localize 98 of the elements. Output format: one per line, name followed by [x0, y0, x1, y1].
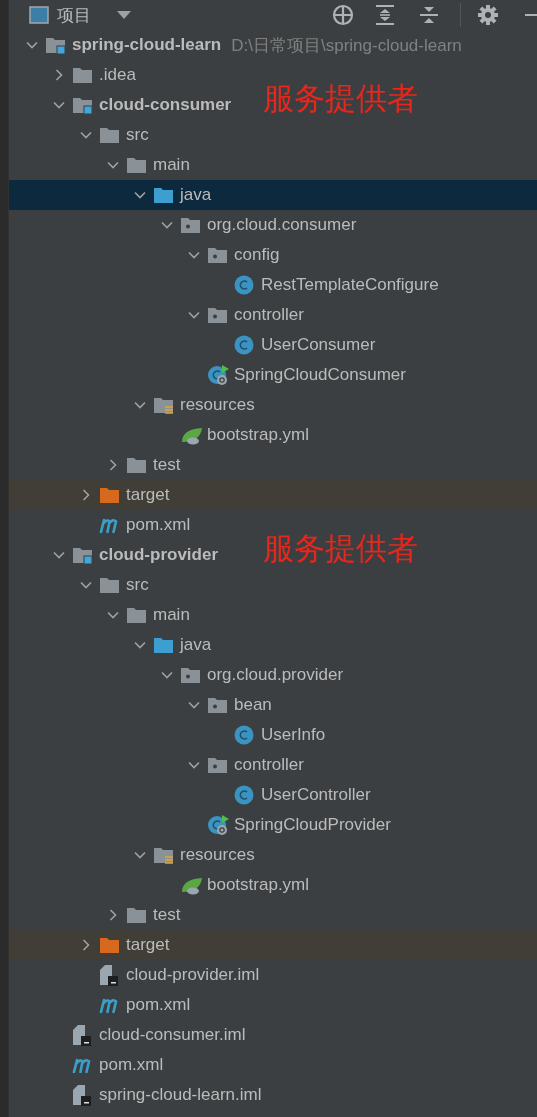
class-icon: [234, 335, 254, 355]
tree-item-label[interactable]: org.cloud.consumer: [207, 215, 357, 235]
tree-item-label[interactable]: bootstrap.yml: [207, 425, 310, 445]
tree-item-label[interactable]: bean: [234, 695, 272, 715]
module-file-icon: [72, 1084, 92, 1106]
tree-item-label[interactable]: cloud-provider.iml: [126, 965, 260, 985]
tree-item-label[interactable]: SpringCloudConsumer: [234, 365, 406, 385]
collapse-all-icon[interactable]: [418, 4, 440, 26]
tree-item-label[interactable]: bootstrap.yml: [207, 875, 310, 895]
module-folder-icon: [72, 546, 93, 564]
tree-item-label[interactable]: .idea: [99, 65, 136, 85]
tree-item-label[interactable]: RestTemplateConfigure: [261, 275, 439, 295]
crosshair-icon[interactable]: [332, 4, 354, 26]
module-folder-icon: [72, 96, 93, 114]
panel-title: 项目: [57, 4, 91, 27]
folder-icon: [99, 126, 120, 144]
chevron-icon[interactable]: [52, 99, 65, 111]
class-icon: [234, 275, 254, 295]
package-folder-icon: [207, 696, 228, 714]
chevron-icon[interactable]: [25, 39, 38, 51]
class-icon: [234, 725, 254, 745]
folder-icon: [126, 906, 147, 924]
package-folder-icon: [207, 306, 228, 324]
chevron-icon[interactable]: [187, 699, 200, 711]
tree-item-label[interactable]: resources: [180, 845, 255, 865]
chevron-icon[interactable]: [187, 249, 200, 261]
tree-item-label[interactable]: resources: [180, 395, 255, 415]
tree-item-label[interactable]: src: [126, 125, 149, 145]
tree-item-label[interactable]: UserConsumer: [261, 335, 376, 355]
tree-item-label[interactable]: spring-cloud-learn.iml: [99, 1085, 262, 1105]
package-folder-icon: [180, 666, 201, 684]
panel-icon: [29, 6, 49, 24]
chevron-icon[interactable]: [79, 129, 92, 141]
chevron-icon[interactable]: [79, 579, 92, 591]
package-folder-icon: [180, 216, 201, 234]
chevron-icon[interactable]: [160, 669, 173, 681]
folder-icon: [99, 486, 120, 504]
tree-item-label[interactable]: test: [153, 455, 181, 475]
tree-item-label[interactable]: test: [153, 905, 181, 925]
tree-item-label[interactable]: cloud-consumer.iml: [99, 1025, 246, 1045]
tree-item-label[interactable]: pom.xml: [126, 515, 191, 535]
chevron-icon[interactable]: [106, 609, 119, 621]
annotation-text: 服务提供者: [263, 79, 418, 118]
tree-item-label[interactable]: target: [126, 485, 170, 505]
caret-icon[interactable]: [117, 10, 131, 20]
chevron-icon[interactable]: [106, 159, 119, 171]
tree-item-label[interactable]: java: [180, 635, 212, 655]
chevron-icon[interactable]: [160, 219, 173, 231]
resources-folder-icon: [153, 846, 174, 864]
chevron-icon[interactable]: [133, 639, 146, 651]
spring-app-icon: [207, 814, 231, 836]
folder-icon: [72, 66, 93, 84]
selected-tree-row[interactable]: java: [9, 180, 537, 210]
tree-item-label[interactable]: cloud-provider: [99, 545, 218, 565]
chevron-icon[interactable]: [187, 309, 200, 321]
package-folder-icon: [207, 246, 228, 264]
chevron-icon[interactable]: [133, 399, 146, 411]
tree-item-label[interactable]: pom.xml: [99, 1055, 164, 1075]
folder-icon: [126, 456, 147, 474]
tree-item-label[interactable]: target: [126, 935, 170, 955]
excluded-tree-row[interactable]: target: [9, 930, 537, 960]
tree-item-label[interactable]: SpringCloudProvider: [234, 815, 391, 835]
chevron-icon[interactable]: [133, 849, 146, 861]
tree-item-label[interactable]: org.cloud.provider: [207, 665, 344, 685]
folder-icon: [99, 936, 120, 954]
package-folder-icon: [207, 756, 228, 774]
tree-item-label[interactable]: UserController: [261, 785, 371, 805]
module-file-icon: [99, 964, 119, 986]
tree-item-label[interactable]: main: [153, 155, 190, 175]
tree-item-label[interactable]: src: [126, 575, 149, 595]
tree-item-label[interactable]: spring-cloud-learn: [72, 35, 222, 55]
module-folder-icon: [45, 36, 66, 54]
excluded-tree-row[interactable]: target: [9, 480, 537, 510]
folder-icon: [126, 156, 147, 174]
tree-item-label[interactable]: UserInfo: [261, 725, 326, 745]
tree-item-label[interactable]: java: [180, 185, 212, 205]
tree-item-label[interactable]: controller: [234, 305, 304, 325]
resources-folder-icon: [153, 396, 174, 414]
folder-icon: [126, 606, 147, 624]
leaf-icon: [180, 875, 204, 895]
tree-item-label[interactable]: main: [153, 605, 190, 625]
tree-item-label[interactable]: pom.xml: [126, 995, 191, 1015]
folder-icon: [153, 186, 174, 204]
expand-all-icon[interactable]: [374, 4, 396, 26]
chevron-icon[interactable]: [52, 549, 65, 561]
tree-item-label[interactable]: cloud-consumer: [99, 95, 232, 115]
chevron-icon[interactable]: [133, 189, 146, 201]
tree-item-label[interactable]: config: [234, 245, 280, 265]
folder-icon: [99, 576, 120, 594]
leaf-icon: [180, 425, 204, 445]
chevron-icon[interactable]: [187, 759, 200, 771]
annotation-text: 服务提供者: [263, 529, 418, 568]
spring-app-icon: [207, 364, 231, 386]
project-path: D:\日常项目\spring-cloud-learn: [231, 34, 462, 57]
tree-item-label[interactable]: controller: [234, 755, 304, 775]
class-icon: [234, 785, 254, 805]
module-file-icon: [72, 1024, 92, 1046]
folder-icon: [153, 636, 174, 654]
